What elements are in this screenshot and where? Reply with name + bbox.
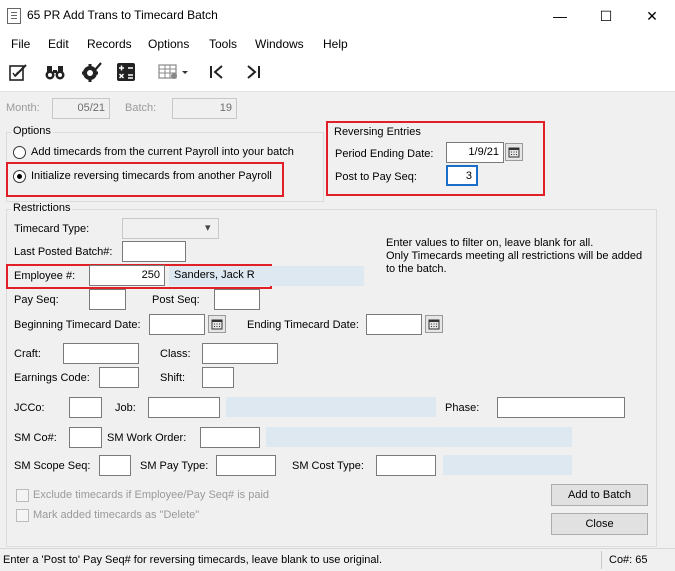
batch-field: 19 (172, 98, 237, 119)
last-posted-batch-label: Last Posted Batch#: (14, 246, 113, 258)
jcco-label: JCCo: (14, 402, 45, 414)
beginning-calendar-icon[interactable] (208, 315, 226, 333)
job-label: Job: (115, 402, 136, 414)
post-seq-label: Post Seq: (152, 294, 200, 306)
grid-dropdown-icon[interactable] (158, 60, 188, 84)
sm-work-order-field[interactable] (200, 427, 260, 448)
craft-label: Craft: (14, 348, 41, 360)
phase-label: Phase: (445, 402, 480, 414)
beginning-date-label: Beginning Timecard Date: (14, 319, 141, 331)
menu-help[interactable]: Help (323, 37, 348, 51)
exclude-paid-label: Exclude timecards if Employee/Pay Seq# i… (33, 489, 270, 501)
ending-calendar-icon[interactable] (425, 315, 443, 333)
toolbar (0, 54, 675, 92)
job-field[interactable] (148, 397, 220, 418)
radio-add-current[interactable] (13, 146, 26, 159)
earnings-code-label: Earnings Code: (14, 372, 90, 384)
post-to-pay-seq-label: Post to Pay Seq: (335, 171, 417, 183)
menu-file[interactable]: File (11, 37, 30, 51)
status-divider (601, 551, 602, 569)
beginning-date-field[interactable] (149, 314, 205, 335)
close-window-button[interactable]: ✕ (629, 0, 675, 32)
period-calendar-icon[interactable] (505, 143, 523, 161)
pay-seq-label: Pay Seq: (14, 294, 59, 306)
reversing-entries-title: Reversing Entries (334, 126, 421, 138)
close-button[interactable]: Close (551, 513, 648, 535)
ending-date-field[interactable] (366, 314, 422, 335)
add-to-batch-button[interactable]: Add to Batch (551, 484, 648, 506)
maximize-button[interactable]: ☐ (583, 0, 629, 32)
calculator-icon[interactable] (114, 60, 138, 84)
menu-edit[interactable]: Edit (48, 37, 69, 51)
radio-initialize-reversing-label[interactable]: Initialize reversing timecards from anot… (31, 170, 272, 182)
class-label: Class: (160, 348, 191, 360)
timecard-type-label: Timecard Type: (14, 223, 90, 235)
sm-scope-seq-label: SM Scope Seq: (14, 460, 91, 472)
mark-delete-label: Mark added timecards as "Delete" (33, 509, 200, 521)
last-posted-batch-field[interactable] (122, 241, 186, 262)
status-bar: Enter a 'Post to' Pay Seq# for reversing… (0, 548, 675, 571)
restrictions-info-text: Enter values to filter on, leave blank f… (386, 237, 643, 275)
month-field: 05/21 (52, 98, 110, 119)
shift-label: Shift: (160, 372, 186, 384)
mark-delete-checkbox[interactable] (16, 509, 29, 522)
first-record-icon[interactable] (205, 60, 229, 84)
restrictions-title: Restrictions (11, 202, 73, 214)
sm-co-field[interactable] (69, 427, 102, 448)
period-ending-date-field[interactable]: 1/9/21 (446, 142, 504, 163)
window-title: 65 PR Add Trans to Timecard Batch (27, 8, 218, 22)
employee-name: Sanders, Jack R (174, 269, 255, 281)
company-indicator: Co#: 65 (609, 554, 648, 566)
menu-options[interactable]: Options (148, 37, 189, 51)
menu-bar: File Edit Records Options Tools Windows … (0, 32, 675, 54)
menu-records[interactable]: Records (87, 37, 132, 51)
menu-windows[interactable]: Windows (255, 37, 304, 51)
menu-tools[interactable]: Tools (209, 37, 237, 51)
sm-cost-type-display (443, 455, 572, 475)
jcco-field[interactable] (69, 397, 102, 418)
batch-label: Batch: (125, 102, 157, 114)
settings-check-icon[interactable] (79, 60, 103, 84)
post-seq-field[interactable] (214, 289, 260, 310)
options-title: Options (11, 125, 53, 137)
employee-field[interactable]: 250 (89, 265, 165, 286)
chevron-down-icon: ▾ (205, 222, 211, 234)
exclude-paid-checkbox[interactable] (16, 489, 29, 502)
sm-cost-type-label: SM Cost Type: (292, 460, 364, 472)
status-message: Enter a 'Post to' Pay Seq# for reversing… (3, 554, 383, 566)
employee-label: Employee #: (14, 270, 76, 282)
sm-work-order-display (266, 427, 572, 447)
craft-field[interactable] (63, 343, 139, 364)
earnings-code-field[interactable] (99, 367, 139, 388)
sm-cost-type-field[interactable] (376, 455, 436, 476)
post-to-pay-seq-field[interactable]: 3 (446, 165, 478, 186)
period-ending-date-label: Period Ending Date: (335, 148, 434, 160)
sm-co-label: SM Co#: (14, 432, 57, 444)
radio-add-current-label[interactable]: Add timecards from the current Payroll i… (31, 146, 294, 158)
ending-date-label: Ending Timecard Date: (247, 319, 359, 331)
phase-field[interactable] (497, 397, 625, 418)
sm-work-order-label: SM Work Order: (107, 432, 187, 444)
title-bar: 65 PR Add Trans to Timecard Batch — ☐ ✕ (0, 0, 675, 32)
edit-document-icon[interactable] (6, 60, 30, 84)
pay-seq-field[interactable] (89, 289, 126, 310)
month-label: Month: (6, 102, 40, 114)
sm-scope-seq-field[interactable] (99, 455, 131, 476)
sm-pay-type-field[interactable] (216, 455, 276, 476)
shift-field[interactable] (202, 367, 234, 388)
job-description-display (226, 397, 436, 417)
minimize-button[interactable]: — (537, 0, 583, 32)
radio-initialize-reversing[interactable] (13, 170, 26, 183)
class-field[interactable] (202, 343, 278, 364)
sm-pay-type-label: SM Pay Type: (140, 460, 209, 472)
binoculars-icon[interactable] (43, 60, 67, 84)
last-record-icon[interactable] (241, 60, 265, 84)
app-icon (7, 8, 21, 24)
